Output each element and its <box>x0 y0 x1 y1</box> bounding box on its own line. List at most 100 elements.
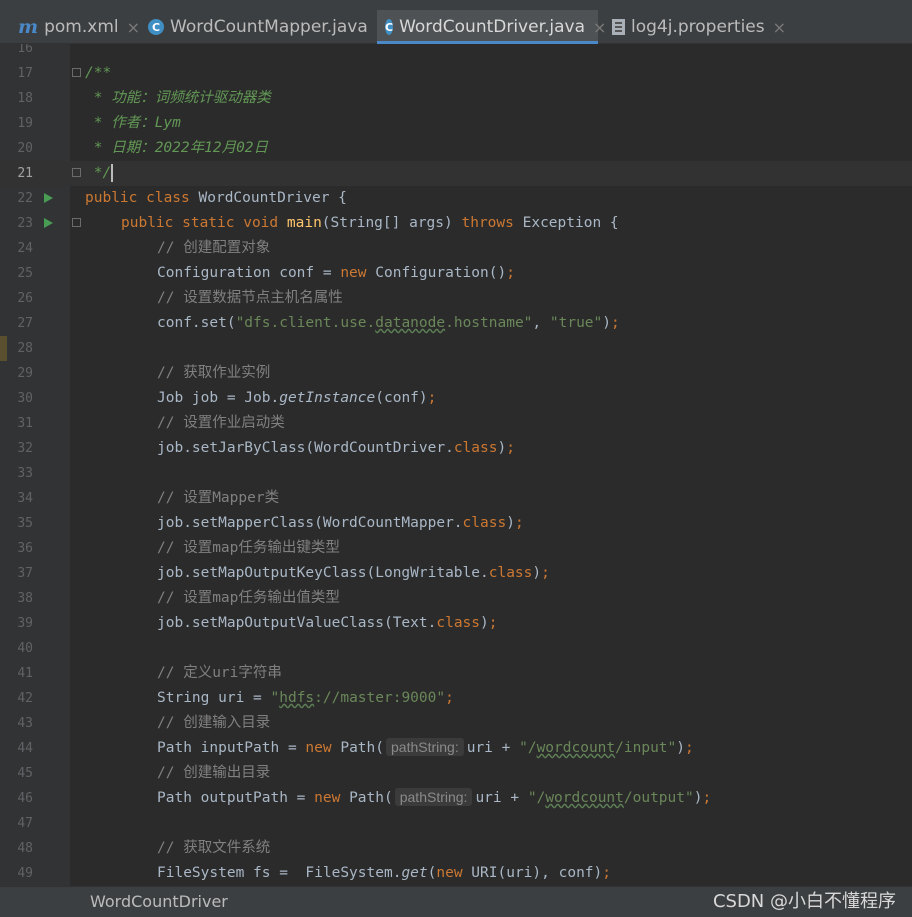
line-number: 16 <box>17 44 33 56</box>
tab-log4j-properties[interactable]: log4j.properties × <box>612 10 786 44</box>
line-number: 31 <box>17 416 33 431</box>
code-line[interactable]: 19 * 作者：Lym <box>0 111 912 136</box>
code-line[interactable]: 22 public class WordCountDriver { <box>0 186 912 211</box>
tab-pom-xml[interactable]: m pom.xml × <box>18 10 140 44</box>
code-line[interactable]: 44 Path inputPath = new Path(pathString: u… <box>0 736 912 761</box>
code-line[interactable]: 37 job.setMapOutputKeyClass(LongWritable.… <box>0 561 912 586</box>
code-line[interactable]: 39 job.setMapOutputValueClass(Text.class)… <box>0 611 912 636</box>
code-line[interactable]: 16 <box>0 44 912 61</box>
line-comment: // 获取文件系统 <box>157 840 271 856</box>
line-comment: // 设置map任务输出值类型 <box>157 590 340 606</box>
code-line[interactable]: 17 /** <box>0 61 912 86</box>
keyword: public static void <box>121 215 287 231</box>
line-number: 27 <box>17 316 33 331</box>
code-text: job.setMapOutputValueClass(Text.class); <box>85 611 497 636</box>
code-line[interactable]: 23 public static void main(String[] args)… <box>0 211 912 236</box>
code-line[interactable]: 48 // 获取文件系统 <box>0 836 912 861</box>
fold-marker-icon[interactable] <box>72 218 81 227</box>
string-literal: .hostname" <box>445 315 533 331</box>
string-literal-typo: hdfs <box>279 690 315 706</box>
code-line[interactable]: 30 Job job = Job.getInstance(conf); <box>0 386 912 411</box>
watermark-text: CSDN @小白不懂程序 <box>712 891 896 912</box>
close-icon[interactable]: × <box>773 18 786 37</box>
doc-comment: * 作者：Lym <box>85 115 181 131</box>
run-gutter-icon[interactable] <box>44 193 53 203</box>
code-line[interactable]: 21 */ <box>0 161 912 186</box>
code-text: public static void main(String[] args) t… <box>85 211 619 236</box>
code-line[interactable]: 42 String uri = "hdfs://master:9000"; <box>0 686 912 711</box>
keyword: class <box>462 515 507 531</box>
code-text: // 定义uri字符串 <box>85 661 282 686</box>
tab-label: log4j.properties <box>631 17 765 37</box>
close-icon[interactable]: × <box>127 18 140 37</box>
code-text: public class WordCountDriver { <box>85 186 347 211</box>
line-number: 24 <box>17 241 33 256</box>
line-number: 23 <box>17 216 33 231</box>
code-token: job.setJarByClass(WordCountDriver. <box>157 440 454 456</box>
code-token: Configuration() <box>366 265 507 281</box>
line-number: 29 <box>17 366 33 381</box>
code-text: Path outputPath = new Path(pathString: ur… <box>85 786 711 811</box>
code-token: job.setMapOutputValueClass(Text. <box>157 615 437 631</box>
code-line[interactable]: 49 FileSystem fs = FileSystem.get(new URI… <box>0 861 912 886</box>
code-line[interactable]: 35 job.setMapperClass(WordCountMapper.cla… <box>0 511 912 536</box>
code-line[interactable]: 46 Path outputPath = new Path(pathString:… <box>0 786 912 811</box>
code-line[interactable]: 27 conf.set("dfs.client.use.datanode.host… <box>0 311 912 336</box>
code-line[interactable]: 40 <box>0 636 912 661</box>
code-text: // 获取作业实例 <box>85 361 270 386</box>
code-text: String uri = "hdfs://master:9000"; <box>85 686 454 711</box>
doc-comment: */ <box>85 165 112 181</box>
code-line[interactable]: 34 // 设置Mapper类 <box>0 486 912 511</box>
code-token: Path outputPath = <box>157 790 315 806</box>
code-line[interactable]: 36 // 设置map任务输出键类型 <box>0 536 912 561</box>
code-editor[interactable]: 16 17/** 18 * 功能：词频统计驱动器类 19 * 作者：Lym 20 * 日… <box>0 44 912 886</box>
code-line[interactable]: 43 // 创建输入目录 <box>0 711 912 736</box>
string-literal-typo: wordcount <box>545 790 624 806</box>
line-number: 37 <box>17 566 33 581</box>
close-icon[interactable]: × <box>593 18 606 37</box>
code-text: // 创建输出目录 <box>85 761 270 786</box>
fold-marker-icon[interactable] <box>72 168 81 177</box>
code-line[interactable]: 29 // 获取作业实例 <box>0 361 912 386</box>
code-line[interactable]: 24 // 创建配置对象 <box>0 236 912 261</box>
line-number: 34 <box>17 491 33 506</box>
code-token: ) <box>497 440 507 456</box>
line-number: 43 <box>17 716 33 731</box>
code-line[interactable]: 31 // 设置作业启动类 <box>0 411 912 436</box>
fold-marker-icon[interactable] <box>72 68 81 77</box>
breadcrumb[interactable]: WordCountDriver <box>90 887 228 917</box>
string-literal: /input" <box>615 740 677 756</box>
semicolon: ; <box>427 390 437 406</box>
semicolon: ; <box>506 265 515 281</box>
code-line[interactable]: 41 // 定义uri字符串 <box>0 661 912 686</box>
semicolon: ; <box>611 315 620 331</box>
code-text: * 日期：2022年12月02日 <box>85 136 268 161</box>
code-line[interactable]: 33 <box>0 461 912 486</box>
keyword: new <box>436 865 463 881</box>
java-class-icon: C <box>385 19 394 35</box>
line-number: 41 <box>17 666 33 681</box>
line-number: 22 <box>17 191 33 206</box>
editor-tab-bar: m pom.xml × C WordCountMapper.java × C W… <box>0 10 912 44</box>
tab-wordcountmapper-java[interactable]: C WordCountMapper.java × <box>148 10 389 44</box>
code-text: job.setJarByClass(WordCountDriver.class)… <box>85 436 515 461</box>
tab-wordcountdriver-java[interactable]: C WordCountDriver.java × <box>377 10 606 44</box>
code-line[interactable]: 45 // 创建输出目录 <box>0 761 912 786</box>
string-literal: /output" <box>623 790 694 806</box>
code-line[interactable]: 47 <box>0 811 912 836</box>
code-line[interactable]: 26 // 设置数据节点主机名属性 <box>0 286 912 311</box>
code-line[interactable]: 25 Configuration conf = new Configuration… <box>0 261 912 286</box>
code-line[interactable]: 28 <box>0 336 912 361</box>
line-number: 30 <box>17 391 33 406</box>
code-line[interactable]: 20 * 日期：2022年12月02日 <box>0 136 912 161</box>
keyword: class <box>488 565 533 581</box>
semicolon: ; <box>602 865 611 881</box>
code-text: FileSystem fs = FileSystem.get(new URI(u… <box>85 861 611 886</box>
text-caret <box>111 164 114 182</box>
code-line[interactable]: 38 // 设置map任务输出值类型 <box>0 586 912 611</box>
run-gutter-icon[interactable] <box>44 218 53 228</box>
code-text: Configuration conf = new Configuration()… <box>85 261 515 286</box>
code-text: // 创建输入目录 <box>85 711 270 736</box>
code-line[interactable]: 32 job.setJarByClass(WordCountDriver.clas… <box>0 436 912 461</box>
code-line[interactable]: 18 * 功能：词频统计驱动器类 <box>0 86 912 111</box>
